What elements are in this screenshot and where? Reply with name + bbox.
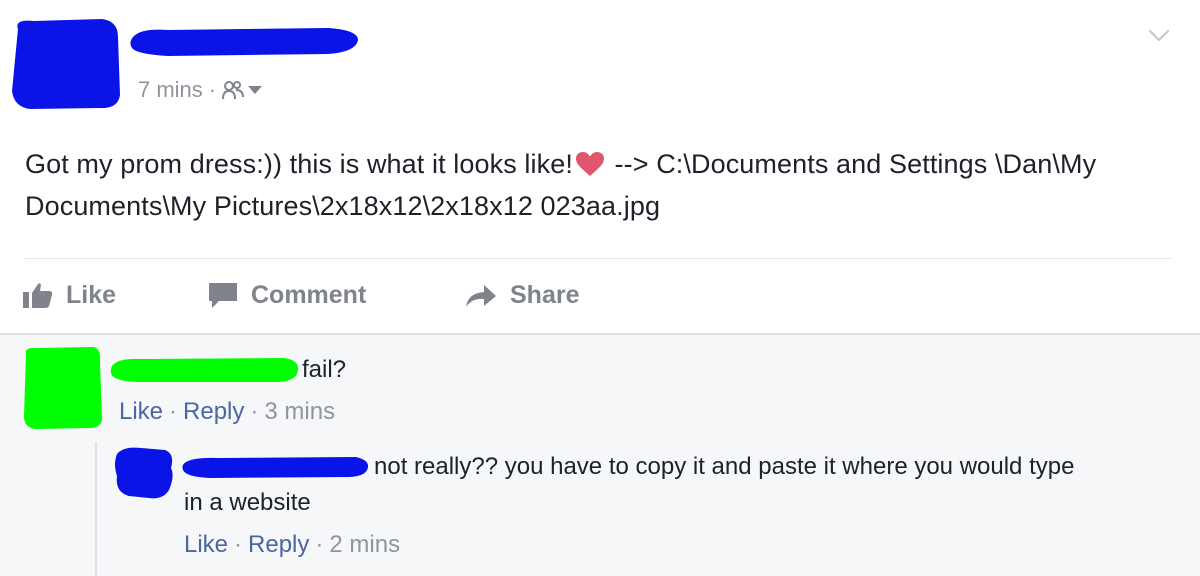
share-arrow-icon [466,285,496,307]
like-button-label: Like [66,280,117,309]
comment-button-label: Comment [251,280,367,309]
post-options-chevron-icon[interactable] [1146,22,1172,48]
reply-separator: · [315,531,324,558]
reply-separator: · [234,531,243,558]
commenter-avatar-redacted[interactable] [22,346,102,430]
post-timestamp[interactable]: 7 mins [138,77,203,103]
reply-like-link[interactable]: Like [184,530,228,560]
comment-separator: · [169,398,178,425]
post-message: Got my prom dress:)) this is what it loo… [25,143,1165,227]
comment-bubble-icon [209,283,237,308]
post-meta: 7 mins · [138,75,263,105]
share-button[interactable]: Share [464,277,579,313]
reply-actions: Like · Reply · 2 mins [184,530,400,560]
reply-author-avatar-redacted[interactable] [113,446,175,500]
comment-reply-link[interactable]: Reply [183,397,244,427]
comment-separator: · [250,398,259,425]
post-divider [25,258,1172,259]
heart-icon [575,152,604,176]
post-message-text: Got my prom dress:)) this is what it loo… [25,149,573,179]
share-button-label: Share [510,280,580,309]
reply-timestamp[interactable]: 2 mins [329,530,400,560]
friends-audience-icon[interactable] [222,80,263,100]
commenter-name-redacted[interactable] [108,356,300,384]
meta-separator: · [208,77,217,102]
like-button[interactable]: Like [22,277,116,313]
reply-thread-line [95,442,97,576]
reply-text: not really?? you have to copy it and pas… [184,453,1075,516]
reply-reply-link[interactable]: Reply [248,530,309,560]
post-author-avatar-redacted[interactable] [10,17,120,110]
comment-like-link[interactable]: Like [119,397,163,427]
comment-actions: Like · Reply · 3 mins [119,397,335,427]
comment-text: fail? [302,356,347,383]
facebook-post-card: 7 mins · Got my prom dress:)) this is wh… [0,0,1200,576]
chevron-down-icon[interactable] [248,86,263,94]
comment-timestamp[interactable]: 3 mins [264,397,335,427]
post-author-name-redacted[interactable] [128,24,360,58]
thumbs-up-icon [23,283,53,308]
comment-button[interactable]: Comment [207,277,366,313]
